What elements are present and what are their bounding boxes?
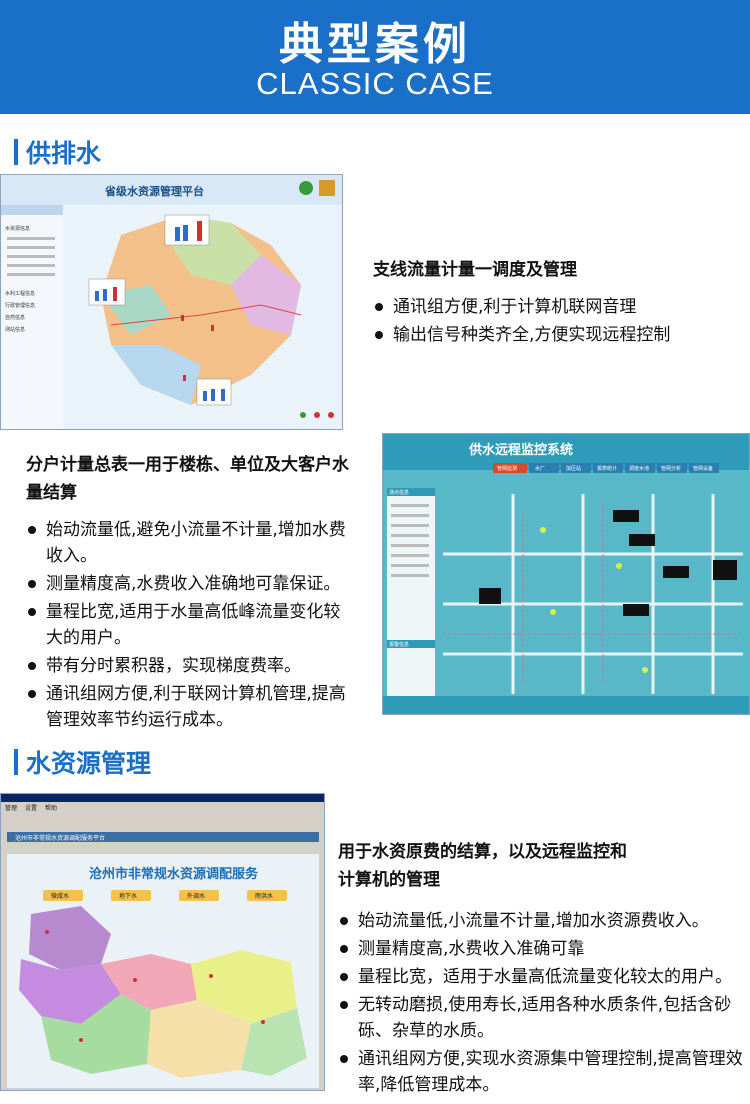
- screenshot-remote-monitoring: 供水远程监控系统 管网监测 水厂 加压站 报表统计 调度水池 管网分析 管网设备…: [382, 433, 750, 715]
- s1-side-2: 行政管理信息: [5, 302, 35, 309]
- s1-side-3: 自然信息: [5, 314, 25, 321]
- s2-alarm-title: 报警信息: [389, 641, 409, 648]
- s2-side-title: 测点信息: [389, 489, 409, 496]
- s2-tab-2: 加压站: [566, 465, 581, 472]
- bullet-item: 始动流量低,避免小流量不计量,增加水费收入。: [26, 517, 356, 569]
- s3-menu-0: 管理: [5, 804, 17, 812]
- bullet-item: 通讯组方便,利于计算机联网音理: [373, 294, 743, 320]
- section-heading-water: 水资源管理: [14, 744, 151, 780]
- bullet-list: 通讯组方便,利于计算机联网音理 输出信号种类齐全,方便实现远程控制: [373, 294, 743, 348]
- bullet-item: 通讯组网方便,利于联网计算机管理,提高管理效率节约运行成本。: [26, 681, 356, 733]
- section-heading-supply: 供排水: [14, 134, 101, 170]
- text-block-water-resources: 用于水资原费的结算，以及远程监控和计算机的管理 始动流量低,小流量不计量,增加水…: [338, 838, 744, 1098]
- s2-tab-6: 管网设备: [693, 465, 713, 472]
- s3-btn-3: 雨洪水: [255, 892, 273, 900]
- block-heading: 支线流量计量一调度及管理: [373, 260, 577, 280]
- s2-tab-0: 管网监测: [497, 465, 517, 472]
- text-block-household-metering: 分户计量总表一用于楼栋、单位及大客户水量结算 始动流量低,避免小流量不计量,增加…: [26, 451, 356, 733]
- bullet-list: 始动流量低,避免小流量不计量,增加水费收入。 测量精度高,水费收入准确地可靠保证…: [26, 517, 356, 733]
- bullet-item: 输出信号种类齐全,方便实现远程控制: [373, 322, 743, 348]
- screenshot-cangzhou-platform: 管理 设置 帮助 沧州市非常规水资源调配服务平台 沧州市非常规水资源调配服务 微…: [0, 793, 325, 1091]
- section-bar: [14, 139, 18, 165]
- s1-title: 省级水资源管理平台: [104, 184, 204, 198]
- bullet-item: 通讯组网方便,实现水资源集中管理控制,提高管理效率,降低管理成本。: [338, 1046, 744, 1098]
- page-header: 典型案例 CLASSIC CASE: [0, 0, 750, 114]
- s2-tab-4: 调度水池: [629, 465, 649, 472]
- s2-tab-5: 管网分析: [661, 465, 681, 472]
- s2-title: 供水远程监控系统: [468, 442, 573, 458]
- bullet-item: 测量精度高,水费收入准确地可靠保证。: [26, 571, 356, 597]
- s3-btn-2: 外调水: [187, 892, 205, 900]
- s1-side-4: 测站信息: [5, 326, 25, 333]
- s2-tab-1: 水厂: [535, 465, 545, 472]
- s1-side-0: 水资源信息: [5, 225, 30, 232]
- s3-btn-0: 微咸水: [51, 892, 69, 900]
- s1-side-1: 水利工程信息: [5, 290, 35, 297]
- s3-window-title: 沧州市非常规水资源调配服务平台: [15, 834, 105, 842]
- s3-menu-2: 帮助: [45, 804, 57, 812]
- bullet-item: 带有分时累积器，实现梯度费率。: [26, 653, 356, 679]
- bullet-item: 量程比宽，适用于水量高低流量变化较太的用户。: [338, 964, 744, 990]
- s3-title: 沧州市非常规水资源调配服务: [89, 866, 259, 882]
- bullet-item: 测量精度高,水费收入准确可靠: [338, 936, 744, 962]
- section-bar: [14, 749, 18, 775]
- text-block-branch-flow: 支线流量计量一调度及管理 通讯组方便,利于计算机联网音理 输出信号种类齐全,方便…: [373, 256, 743, 348]
- block-heading: 分户计量总表一用于楼栋、单位及大客户水量结算: [26, 455, 349, 503]
- bullet-list: 始动流量低,小流量不计量,增加水资源费收入。 测量精度高,水费收入准确可靠 量程…: [338, 908, 744, 1098]
- s3-menu-1: 设置: [25, 804, 37, 812]
- page-subtitle: CLASSIC CASE: [256, 66, 494, 101]
- page-title: 典型案例: [279, 19, 471, 70]
- screenshot-water-platform: 省级水资源管理平台 水资源信息 水利工程信息 行政管理信息 自然信息 测站信息: [0, 174, 343, 430]
- bullet-item: 始动流量低,小流量不计量,增加水资源费收入。: [338, 908, 744, 934]
- section-label: 供排水: [26, 139, 102, 168]
- section-label: 水资源管理: [26, 749, 152, 778]
- bullet-item: 无转动磨损,使用寿长,适用各种水质条件,包括含砂砾、杂草的水质。: [338, 992, 744, 1044]
- s2-tab-3: 报表统计: [597, 465, 617, 472]
- block-heading: 用于水资原费的结算，以及远程监控和计算机的管理: [338, 842, 627, 890]
- bullet-item: 量程比宽,适用于水量高低峰流量变化较大的用户。: [26, 599, 356, 651]
- s3-btn-1: 地下水: [119, 892, 137, 900]
